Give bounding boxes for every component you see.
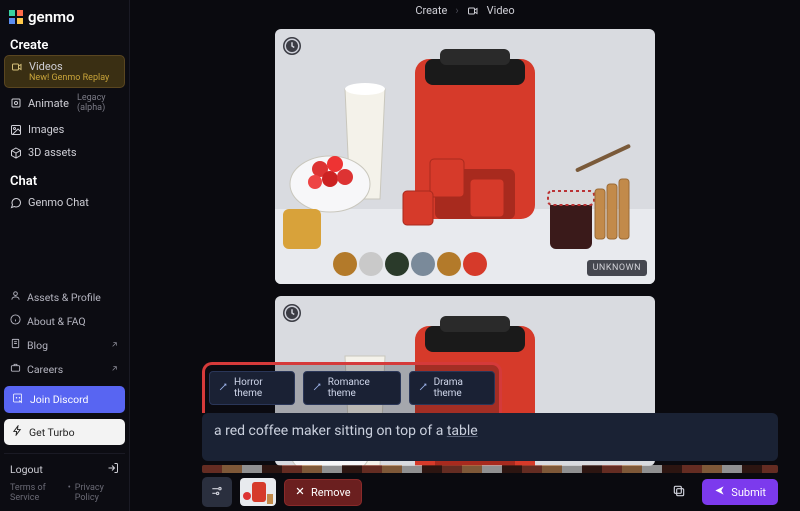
sidebar-item-3d-assets[interactable]: 3D assets (4, 141, 125, 164)
submit-button[interactable]: Submit (702, 479, 778, 505)
doc-icon (10, 338, 21, 352)
video-camera-icon (11, 61, 23, 73)
briefcase-icon (10, 362, 21, 376)
chip-label: Romance theme (328, 377, 392, 399)
wand-icon (312, 382, 322, 395)
copy-button[interactable] (664, 477, 694, 507)
chat-icon (10, 197, 22, 209)
sidebar-item-legacy: Legacy (alpha) (77, 93, 119, 113)
copy-icon (672, 484, 686, 501)
video-camera-icon (467, 5, 479, 17)
main-area: Create › Video (130, 0, 800, 511)
sidebar-heading-create: Create (4, 34, 125, 55)
sidebar-item-label: Images (28, 123, 64, 136)
external-link-icon (110, 339, 119, 352)
link-label: About & FAQ (27, 315, 86, 328)
privacy-link[interactable]: Privacy Policy (75, 483, 119, 503)
get-turbo-button[interactable]: Get Turbo (4, 419, 125, 445)
sidebar-item-genmo-chat[interactable]: Genmo Chat (4, 191, 125, 214)
prompt-text: a red coffee maker sitting on top of a (214, 423, 447, 439)
join-discord-button[interactable]: Join Discord (4, 386, 125, 413)
unknown-badge: UNKNOWN (587, 260, 647, 276)
button-label: Remove (311, 486, 351, 499)
info-icon (10, 314, 21, 328)
sidebar-link-blog[interactable]: Blog (4, 334, 125, 356)
generated-image-1[interactable]: UNKNOWN (275, 29, 655, 284)
breadcrumb-video[interactable]: Video (487, 4, 515, 17)
bolt-icon (12, 425, 23, 439)
image-icon (10, 124, 22, 136)
attached-image-thumbnail[interactable] (240, 478, 276, 506)
sidebar: genmo Create Videos New! Genmo Replay An… (0, 0, 130, 511)
breadcrumb: Create › Video (150, 4, 780, 25)
user-icon (10, 290, 21, 304)
remove-button[interactable]: Remove (284, 479, 362, 506)
external-link-icon (110, 363, 119, 376)
wand-icon (218, 382, 228, 395)
link-label: Assets & Profile (27, 291, 101, 304)
discord-icon (12, 392, 24, 407)
legal-links: Terms of Service • Privacy Policy (4, 481, 125, 505)
close-icon (295, 486, 305, 499)
theme-chip-romance[interactable]: Romance theme (303, 371, 401, 405)
theme-suggestions-row: Horror theme Romance theme Drama theme (202, 362, 502, 413)
sidebar-item-label: Genmo Chat (28, 196, 89, 209)
terms-link[interactable]: Terms of Service (10, 483, 64, 503)
link-label: Careers (27, 363, 63, 376)
sidebar-link-assets-profile[interactable]: Assets & Profile (4, 286, 125, 308)
prompt-text-underlined: table (447, 423, 478, 439)
send-icon (714, 485, 725, 499)
sidebar-item-label: Videos (29, 60, 63, 73)
sidebar-item-label: 3D assets (28, 146, 77, 159)
sidebar-item-images[interactable]: Images (4, 118, 125, 141)
sidebar-link-careers[interactable]: Careers (4, 358, 125, 380)
sidebar-item-subtext: New! Genmo Replay (11, 73, 109, 83)
sidebar-item-videos[interactable]: Videos New! Genmo Replay (4, 55, 125, 88)
animate-icon (10, 97, 22, 109)
genmo-logo-icon (8, 9, 24, 25)
brand-logo[interactable]: genmo (4, 6, 125, 34)
sidebar-heading-chat: Chat (4, 170, 125, 191)
link-label: Blog (27, 339, 48, 352)
clock-badge-icon (283, 304, 301, 322)
button-label: Join Discord (30, 393, 88, 406)
sliders-icon (210, 484, 224, 501)
logout-icon (107, 462, 119, 477)
button-label: Logout (10, 463, 43, 476)
composer: Horror theme Romance theme Drama theme a… (202, 362, 778, 507)
settings-button[interactable] (202, 477, 232, 507)
wand-icon (418, 382, 428, 395)
thumbnail-strip (202, 465, 778, 473)
logout-button[interactable]: Logout (4, 453, 125, 479)
prompt-input[interactable]: a red coffee maker sitting on top of a t… (202, 413, 778, 461)
chip-label: Horror theme (234, 377, 286, 399)
button-label: Get Turbo (29, 426, 75, 439)
coffee-scene-illustration (275, 29, 655, 284)
sidebar-item-animate[interactable]: Animate Legacy (alpha) (4, 88, 125, 118)
button-label: Submit (731, 486, 766, 499)
theme-chip-drama[interactable]: Drama theme (409, 371, 495, 405)
breadcrumb-create[interactable]: Create (415, 4, 447, 17)
sidebar-item-label: Animate (28, 97, 69, 110)
clock-badge-icon (283, 37, 301, 55)
chevron-right-icon: › (455, 4, 458, 17)
brand-name: genmo (28, 8, 75, 26)
chip-label: Drama theme (434, 377, 486, 399)
composer-action-row: Remove Submit (202, 477, 778, 507)
sidebar-link-about-faq[interactable]: About & FAQ (4, 310, 125, 332)
cube-icon (10, 147, 22, 159)
theme-chip-horror[interactable]: Horror theme (209, 371, 295, 405)
